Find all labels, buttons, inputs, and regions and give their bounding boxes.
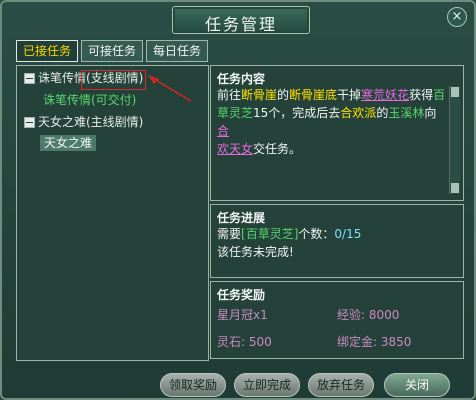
tab-daily[interactable]: 每日任务 bbox=[146, 40, 209, 62]
scroll-up-icon[interactable] bbox=[451, 87, 459, 97]
item-text: 百 bbox=[433, 88, 446, 102]
task-content-heading: 任务内容 bbox=[217, 72, 266, 86]
text: 的 bbox=[277, 88, 290, 102]
text: 前往 bbox=[217, 88, 242, 102]
task-manager-window: 任务管理 × 已接任务 可接任务 每日任务 诛笔传情(支线剧情) 诛笔传情(可交… bbox=[0, 0, 476, 400]
text: 需要 bbox=[217, 227, 242, 241]
content-line2: 草灵芝15个，完成后去合欢派的玉溪林向合 bbox=[217, 104, 447, 140]
item-text: [百草灵芝] bbox=[241, 227, 299, 241]
window-title: 任务管理 bbox=[204, 15, 277, 34]
task-progress-text: 需要[百草灵芝]个数：0/15 该任务未完成! bbox=[217, 225, 361, 261]
monster-link[interactable]: 寒荒妖花 bbox=[361, 88, 409, 102]
progress-count: 0/15 bbox=[334, 227, 362, 241]
collapse-icon[interactable] bbox=[24, 72, 35, 84]
abandon-task-button[interactable]: 放弃任务 bbox=[308, 373, 374, 397]
text: 获得 bbox=[409, 88, 434, 102]
text: 干掉 bbox=[337, 88, 362, 102]
location-text: 断骨崖底 bbox=[289, 88, 338, 102]
tree-node-branch[interactable]: 诛笔传情(支线剧情) bbox=[24, 70, 143, 86]
tree-node-label: 诛笔传情(支线剧情) bbox=[38, 71, 144, 85]
task-tree-panel: 诛笔传情(支线剧情) 诛笔传情(可交付) 天女之难(主线剧情) 天女之难 bbox=[16, 65, 209, 361]
rewards-grid: 星月冠x1 经验: 8000 灵石: 500 绑定金: 3850 bbox=[217, 306, 457, 350]
reward-item: 星月冠x1 bbox=[217, 308, 268, 322]
tabs: 已接任务 可接任务 每日任务 bbox=[16, 40, 209, 62]
tab-available[interactable]: 可接任务 bbox=[81, 40, 144, 62]
tree-subitem-selected[interactable]: 天女之难 bbox=[40, 135, 97, 151]
npc-link[interactable]: 合 bbox=[217, 124, 229, 138]
task-content-text: 前往断骨崖的断骨崖底干掉寒荒妖花获得百 草灵芝15个，完成后去合欢派的玉溪林向合… bbox=[217, 86, 447, 158]
location-text: 断骨崖 bbox=[241, 88, 278, 102]
complete-now-button[interactable]: 立即完成 bbox=[234, 373, 300, 397]
close-icon[interactable]: × bbox=[447, 7, 467, 27]
task-content-section: 任务内容 前往断骨崖的断骨崖底干掉寒荒妖花获得百 草灵芝15个，完成后去合欢派的… bbox=[210, 65, 464, 201]
tree-subitem[interactable]: 诛笔传情(可交付) bbox=[43, 92, 136, 108]
text: 15个，完成后去 bbox=[253, 106, 341, 120]
title-plate: 任务管理 bbox=[172, 6, 310, 34]
reward-spirit-stone: 灵石: 500 bbox=[217, 335, 272, 349]
text: 个数： bbox=[298, 227, 335, 241]
progress-line1: 需要[百草灵芝]个数：0/15 bbox=[217, 225, 361, 243]
collapse-icon[interactable] bbox=[24, 116, 35, 128]
location-text: 玉溪林 bbox=[388, 106, 425, 120]
text: 的 bbox=[376, 106, 389, 120]
reward-exp: 经验: 8000 bbox=[337, 308, 400, 322]
npc-link[interactable]: 欢天女 bbox=[217, 142, 253, 156]
faction-text: 合欢派 bbox=[340, 106, 377, 120]
progress-status: 该任务未完成! bbox=[217, 245, 294, 259]
reward-bound-gold: 绑定金: 3850 bbox=[337, 335, 412, 349]
tab-accepted[interactable]: 已接任务 bbox=[16, 40, 79, 62]
claim-reward-button[interactable]: 领取奖励 bbox=[160, 373, 226, 397]
tree-node-main[interactable]: 天女之难(主线剧情) bbox=[24, 114, 143, 130]
content-line1: 前往断骨崖的断骨崖底干掉寒荒妖花获得百 bbox=[217, 86, 447, 104]
task-rewards-heading: 任务奖励 bbox=[217, 288, 266, 302]
text: 向 bbox=[424, 106, 437, 120]
content-scrollbar[interactable] bbox=[449, 86, 460, 194]
close-button[interactable]: 关闭 bbox=[384, 373, 450, 397]
item-text: 草灵芝 bbox=[217, 106, 254, 120]
text: 交任务。 bbox=[253, 142, 302, 156]
task-rewards-section: 任务奖励 星月冠x1 经验: 8000 灵石: 500 绑定金: 3850 bbox=[210, 281, 464, 359]
tree-node-label: 天女之难(主线剧情) bbox=[38, 115, 144, 129]
content-line3: 欢天女交任务。 bbox=[217, 140, 447, 158]
task-progress-section: 任务进展 需要[百草灵芝]个数：0/15 该任务未完成! bbox=[210, 204, 464, 278]
scroll-down-icon[interactable] bbox=[451, 183, 459, 193]
task-progress-heading: 任务进展 bbox=[217, 211, 266, 225]
